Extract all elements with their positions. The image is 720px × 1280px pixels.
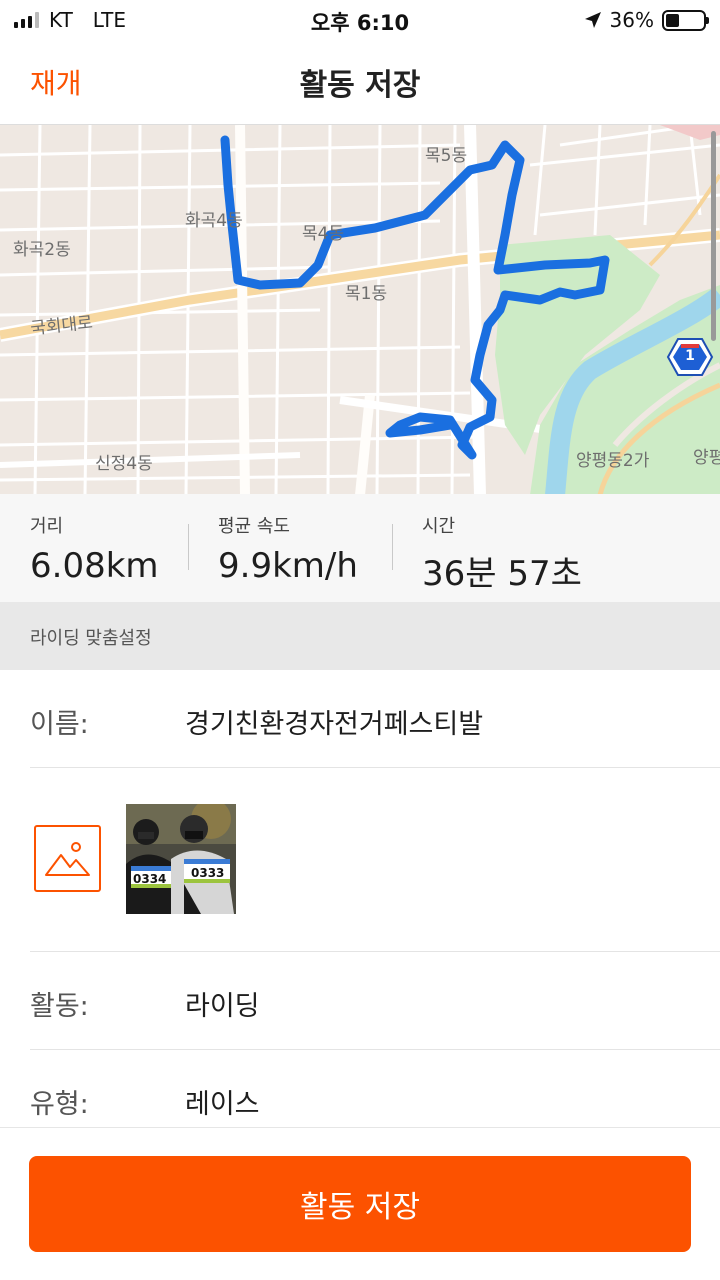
stat-elapsed-time: 시간 36분 57초 [422,512,582,595]
speed-value: 9.9km/h [218,546,358,586]
photo-thumbnail[interactable]: 0334 0333 [126,804,236,914]
map-canvas [0,125,720,494]
map-label-yangpyeong2ga: 양평동2가 [576,451,650,471]
stat-divider [392,524,393,570]
map-label-mok4dong: 목4동 [302,224,345,244]
battery-level [666,13,679,27]
page-title: 활동 저장 [299,68,421,103]
save-activity-button[interactable]: 활동 저장 [29,1156,691,1252]
map-label-mok1dong: 목1동 [345,284,388,304]
activity-stats: 거리 6.08km 평균 속도 9.9km/h 시간 36분 57초 [0,494,720,602]
battery-percent: 36% [609,8,654,32]
time-label: 시간 [422,516,456,537]
add-photo-button[interactable] [34,825,101,892]
type-row[interactable]: 유형: 레이스 [30,1050,720,1128]
battery-icon [662,9,709,31]
bib-number-left: 0334 [133,872,167,886]
map-label-sinjeong4dong: 신정4동 [95,454,153,474]
route-map[interactable]: 목5동 화곡4동 목4동 화곡2동 목1동 국회대로 신정4동 양평동2가 양평… [0,124,720,494]
activity-field[interactable]: 라이딩 [185,984,260,1023]
stat-distance: 거리 6.08km [30,512,159,586]
stat-average-speed: 평균 속도 9.9km/h [218,512,358,586]
status-bar: KT LTE 오후 6:10 36% [0,0,720,40]
ride-settings-label: 라이딩 맞춤설정 [30,628,152,649]
type-field[interactable]: 레이스 [185,1082,260,1121]
type-label: 유형: [30,1089,89,1120]
time-value: 36분 57초 [422,554,582,594]
distance-value: 6.08km [30,546,159,586]
nav-bar: 재개 활동 저장 [0,40,720,124]
location-arrow-icon [584,12,601,28]
name-field[interactable]: 경기친환경자전거페스티발 [185,702,483,741]
status-right: 36% [584,8,709,32]
map-label-yangpyeong: 양평 [693,448,720,468]
map-label-mok5dong: 목5동 [425,146,468,166]
map-scroll-indicator [711,131,716,341]
name-label: 이름: [30,709,89,740]
activity-row[interactable]: 활동: 라이딩 [30,952,720,1050]
map-label-hwagok2dong: 화곡2동 [13,240,71,260]
distance-label: 거리 [30,516,64,537]
speed-label: 평균 속도 [218,516,290,537]
stat-divider [188,524,189,570]
image-icon [45,842,90,876]
activity-label: 활동: [30,991,89,1022]
map-label-hwagok4dong: 화곡4동 [185,211,243,231]
name-row[interactable]: 이름: 경기친환경자전거페스티발 [30,670,720,768]
photo-image [126,804,236,914]
photo-row: 0334 0333 [30,768,720,952]
ride-settings-header: 라이딩 맞춤설정 [0,602,720,670]
bottom-action-bar: 활동 저장 [0,1127,720,1280]
bib-number-right: 0333 [191,866,225,880]
road-route-number: 1 [685,348,695,364]
